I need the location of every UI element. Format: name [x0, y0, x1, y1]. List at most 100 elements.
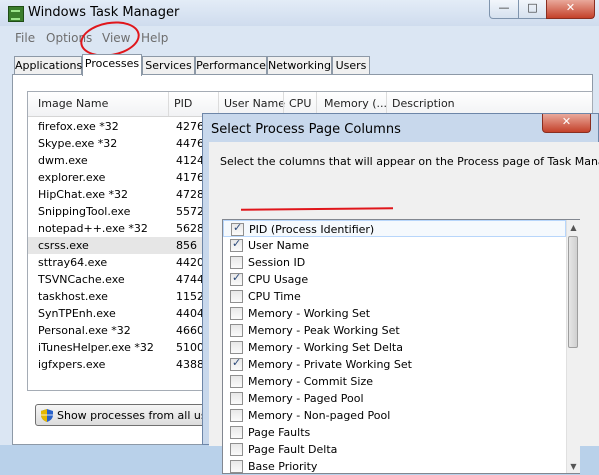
tab-applications[interactable]: Applications [14, 56, 82, 74]
column-checkbox[interactable] [230, 356, 243, 371]
tab-processes[interactable]: Processes [82, 54, 142, 76]
column-option-label: Memory - Paged Pool [248, 392, 364, 405]
checkbox-list-scrollbar[interactable]: ▲ ▼ [566, 220, 580, 473]
task-manager-icon [8, 6, 24, 22]
scroll-thumb[interactable] [568, 236, 578, 348]
tab-services[interactable]: Services [142, 56, 195, 74]
column-cpu[interactable]: CPU [289, 97, 311, 110]
scroll-down-arrow-icon[interactable]: ▼ [567, 460, 580, 473]
column-option-label: CPU Time [248, 290, 301, 303]
column-checkbox-list[interactable]: PID (Process Identifier) User Name Session… [222, 219, 580, 474]
process-name: Personal.exe *32 [38, 324, 131, 337]
process-name: sttray64.exe [38, 256, 108, 269]
column-pid[interactable]: PID [174, 97, 192, 110]
column-option-label: User Name [248, 239, 310, 252]
column-checkbox[interactable] [230, 237, 243, 252]
column-checkbox[interactable] [230, 409, 243, 422]
process-pid: 4744 [176, 273, 204, 286]
process-name: explorer.exe [38, 171, 106, 184]
process-pid: 4176 [176, 171, 204, 184]
menu-help[interactable]: Help [141, 31, 168, 45]
process-pid: 4660 [176, 324, 204, 337]
column-option[interactable]: PID (Process Identifier) [223, 220, 566, 237]
dialog-instruction: Select the columns that will appear on t… [220, 155, 599, 168]
scroll-up-arrow-icon[interactable]: ▲ [567, 221, 580, 234]
tab-networking[interactable]: Networking [267, 56, 332, 74]
select-columns-dialog: Select Process Page Columns ✕ Select the… [202, 113, 599, 474]
process-name: SynTPEnh.exe [38, 307, 116, 320]
column-option-label: CPU Usage [248, 273, 309, 286]
process-name: SnippingTool.exe [38, 205, 131, 218]
column-option-label: PID (Process Identifier) [249, 223, 375, 236]
column-option[interactable]: Session ID [223, 254, 566, 271]
column-option[interactable]: Page Fault Delta [223, 441, 566, 458]
column-option-label: Page Faults [248, 426, 311, 439]
column-option[interactable]: Memory - Private Working Set [223, 356, 566, 373]
column-option[interactable]: Memory - Peak Working Set [223, 322, 566, 339]
column-checkbox[interactable] [230, 290, 243, 303]
process-pid: 4728 [176, 188, 204, 201]
column-option[interactable]: Page Faults [223, 424, 566, 441]
tab-users[interactable]: Users [332, 56, 370, 74]
process-name: TSVNCache.exe [38, 273, 125, 286]
column-checkbox[interactable] [231, 221, 244, 236]
column-checkbox[interactable] [230, 271, 243, 286]
column-option[interactable]: Memory - Working Set Delta [223, 339, 566, 356]
show-all-users-button[interactable]: Show processes from all users [35, 404, 224, 426]
process-name: firefox.exe *32 [38, 120, 119, 133]
tab-performance[interactable]: Performance [195, 56, 267, 74]
column-checkbox[interactable] [230, 460, 243, 473]
process-pid: 4420 [176, 256, 204, 269]
column-option-label: Memory - Working Set [248, 307, 371, 320]
column-user-name[interactable]: User Name [224, 97, 285, 110]
title-bar[interactable]: Windows Task Manager — □ ✕ [0, 0, 599, 26]
minimize-button[interactable]: — [489, 0, 519, 19]
process-name: notepad++.exe *32 [38, 222, 148, 235]
process-pid: 4404 [176, 307, 204, 320]
process-pid: 5100 [176, 341, 204, 354]
column-option-label: Memory - Working Set Delta [248, 341, 403, 354]
column-checkbox[interactable] [230, 392, 243, 405]
dialog-title: Select Process Page Columns [211, 122, 401, 137]
column-option[interactable]: Memory - Non-paged Pool [223, 407, 566, 424]
menu-file[interactable]: File [15, 31, 35, 45]
task-manager-window: Windows Task Manager — □ ✕ File Options … [0, 0, 599, 474]
dialog-close-button[interactable]: ✕ [542, 114, 591, 133]
column-option[interactable]: CPU Usage [223, 271, 566, 288]
column-option-label: Memory - Peak Working Set [248, 324, 400, 337]
process-pid: 1152 [176, 290, 204, 303]
column-checkbox[interactable] [230, 307, 243, 320]
process-name: dwm.exe [38, 154, 88, 167]
column-checkbox[interactable] [230, 426, 243, 439]
process-name: iTunesHelper.exe *32 [38, 341, 154, 354]
column-option-label: Memory - Commit Size [248, 375, 373, 388]
maximize-button[interactable]: □ [518, 0, 547, 19]
column-option[interactable]: Memory - Working Set [223, 305, 566, 322]
column-checkbox[interactable] [230, 324, 243, 337]
process-pid: 5628 [176, 222, 204, 235]
process-pid: 5572 [176, 205, 204, 218]
column-option-label: Memory - Private Working Set [248, 358, 412, 371]
process-pid: 4276 [176, 120, 204, 133]
process-name: igfxpers.exe [38, 358, 106, 371]
process-pid: 856 [176, 239, 197, 252]
dialog-body: Select the columns that will appear on t… [209, 142, 599, 474]
column-option[interactable]: Memory - Paged Pool [223, 390, 566, 407]
column-checkbox[interactable] [230, 341, 243, 354]
process-pid: 4124 [176, 154, 204, 167]
column-memory[interactable]: Memory (... [324, 97, 387, 110]
tab-strip: Applications Processes Services Performa… [12, 54, 582, 76]
column-option[interactable]: Memory - Commit Size [223, 373, 566, 390]
column-option[interactable]: Base Priority [223, 458, 566, 475]
column-option[interactable]: User Name [223, 237, 566, 254]
process-name: Skype.exe *32 [38, 137, 118, 150]
column-description[interactable]: Description [392, 97, 455, 110]
process-pid: 4388 [176, 358, 204, 371]
column-image-name[interactable]: Image Name [38, 97, 108, 110]
process-name: HipChat.exe *32 [38, 188, 129, 201]
column-option-label: Memory - Non-paged Pool [248, 409, 391, 422]
close-button[interactable]: ✕ [546, 0, 595, 19]
column-checkbox[interactable] [230, 256, 243, 269]
column-checkbox[interactable] [230, 375, 243, 388]
column-option[interactable]: CPU Time [223, 288, 566, 305]
